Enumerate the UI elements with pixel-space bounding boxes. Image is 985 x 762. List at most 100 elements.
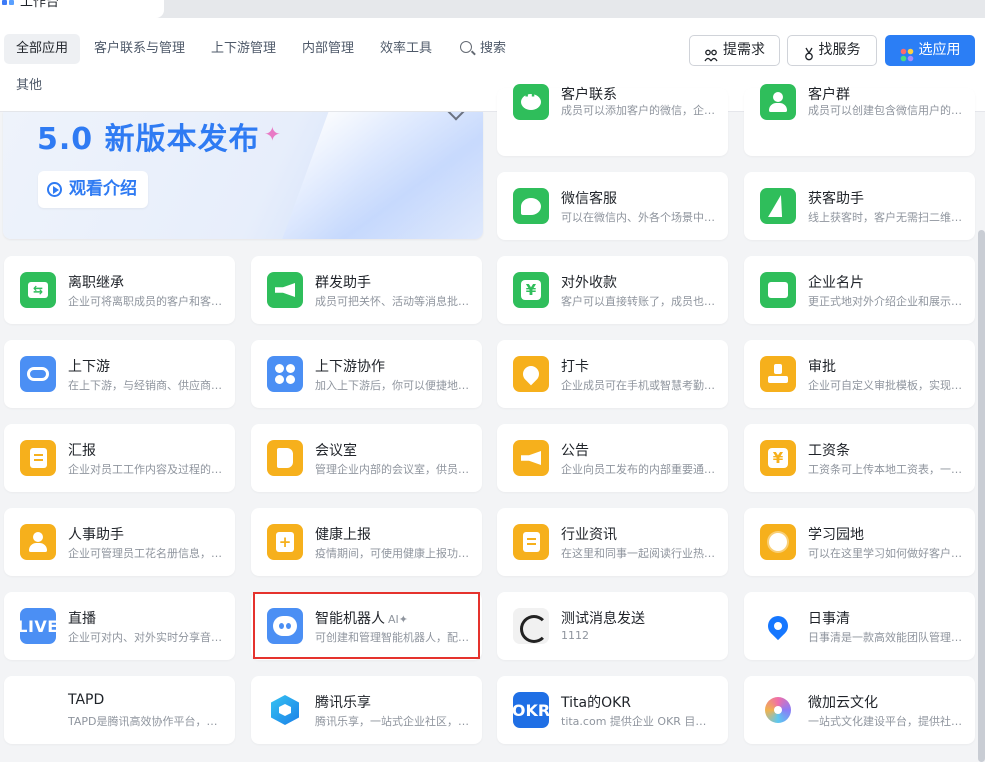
app-card-acquisition-assistant[interactable]: 获客助手 线上获客时，客户无需扫二维码即可: [744, 172, 975, 240]
window-tab-strip: 工作台: [0, 0, 985, 18]
app-card-mass-message[interactable]: 群发助手 成员可把关怀、活动等消息批量发...: [251, 256, 482, 324]
app-title: 人事助手: [68, 527, 124, 543]
hexagon-logo-icon: [267, 692, 303, 728]
app-title: 直播: [68, 611, 96, 627]
app-card-updown-collaboration[interactable]: 上下游协作 加入上下游后，你可以便捷地与上...: [251, 340, 482, 408]
ai-tag: AI✦: [388, 613, 408, 626]
transfer-icon: ⇆: [20, 272, 56, 308]
app-card-customer-contact[interactable]: 客户联系 成员可以添加客户的微信，企业可...: [497, 84, 728, 156]
chat-icon: [513, 84, 549, 120]
app-desc: 在这里和同事一起阅读行业热点资讯: [561, 547, 717, 560]
announce-icon: [513, 440, 549, 476]
scrollbar-thumb[interactable]: [978, 230, 985, 762]
release-banner[interactable]: 5.0 新版本发布 ✦ 观看介绍: [3, 112, 483, 239]
app-title: 学习园地: [808, 527, 864, 543]
tab-efficiency-tools[interactable]: 效率工具: [368, 34, 444, 64]
person-icon: [20, 524, 56, 560]
tab-upstream-downstream[interactable]: 上下游管理: [199, 34, 288, 64]
app-grid-icon: [2, 0, 16, 6]
health-icon: +: [267, 524, 303, 560]
app-desc: 成员可以创建包含微信用户的客户群: [808, 104, 964, 117]
app-desc: 企业可对内、对外实时分享音视频...: [68, 631, 224, 644]
app-desc: 成员可把关怀、活动等消息批量发...: [315, 295, 471, 308]
medal-icon: [804, 43, 814, 61]
app-desc: 可以在微信内、外各个场景中接入...: [561, 211, 717, 224]
app-title: Tita的OKR: [561, 695, 632, 711]
workbench-tab[interactable]: 工作台: [0, 0, 164, 18]
app-desc: 企业向员工发布的内部重要通知，...: [561, 463, 717, 476]
search-button[interactable]: 搜索: [450, 34, 506, 64]
app-card-tita-okr[interactable]: OKR Tita的OKR tita.com 提供企业 OKR 目标管理...: [497, 676, 728, 744]
app-card-upstream-downstream[interactable]: 上下游 在上下游，与经销商、供应商等伙...: [4, 340, 235, 408]
app-card-report[interactable]: 汇报 企业对员工工作内容及过程的记录...: [4, 424, 235, 492]
app-card-live[interactable]: LIVE 直播 企业可对内、对外实时分享音视频...: [4, 592, 235, 660]
app-card-approval[interactable]: 审批 企业可自定义审批模板，实现高效...: [744, 340, 975, 408]
stamp-icon: [760, 356, 796, 392]
app-card-health-report[interactable]: + 健康上报 疫情期间，可使用健康上报功能，...: [251, 508, 482, 576]
live-icon: LIVE: [20, 608, 56, 644]
app-title: 上下游协作: [315, 359, 385, 375]
okr-logo-icon: OKR: [513, 692, 549, 728]
app-desc: 一站式文化建设平台，提供社区、...: [808, 715, 964, 728]
app-desc: 企业成员可在手机或智慧考勤机上...: [561, 379, 717, 392]
app-title: 审批: [808, 359, 836, 375]
tab-customer-management[interactable]: 客户联系与管理: [82, 34, 197, 64]
tab-all-apps[interactable]: 全部应用: [4, 34, 81, 64]
app-desc: 企业对员工工作内容及过程的记录...: [68, 463, 224, 476]
find-service-button[interactable]: 找服务: [787, 35, 877, 66]
report-icon: [20, 440, 56, 476]
app-card-announcement[interactable]: 公告 企业向员工发布的内部重要通知，...: [497, 424, 728, 492]
app-card-wechat-service[interactable]: 微信客服 可以在微信内、外各个场景中接入...: [497, 172, 728, 240]
app-card-test-message[interactable]: 测试消息发送 1112: [497, 592, 728, 660]
app-card-weijia-culture[interactable]: 微加云文化 一站式文化建设平台，提供社区、...: [744, 676, 975, 744]
app-card-external-payment[interactable]: ¥ 对外收款 客户可以直接转账了，成员也可以...: [497, 256, 728, 324]
app-desc: 企业可管理员工花名册信息，及入...: [68, 547, 224, 560]
submit-request-label: 提需求: [723, 42, 765, 58]
app-card-meeting-room[interactable]: 会议室 管理企业内部的会议室，供员工预...: [251, 424, 482, 492]
app-title: 离职继承: [68, 275, 124, 291]
colorful-grid-icon: [900, 43, 914, 62]
app-card-hr-assistant[interactable]: 人事助手 企业可管理员工花名册信息，及入...: [4, 508, 235, 576]
app-card-lexiang[interactable]: 腾讯乐享 腾讯乐享，一站式企业社区，为企...: [251, 676, 482, 744]
app-desc: 日事清是一款高效能团队管理协作...: [808, 631, 964, 644]
play-icon: [47, 182, 62, 197]
submit-request-button[interactable]: 提需求: [689, 35, 780, 66]
app-title: 群发助手: [315, 275, 371, 291]
tab-internal-management[interactable]: 内部管理: [290, 34, 366, 64]
app-title: 微信客服: [561, 191, 617, 207]
app-title: 获客助手: [808, 191, 864, 207]
banner-decoration: [273, 112, 483, 239]
tab-other[interactable]: 其他: [4, 71, 54, 101]
app-card-check-in[interactable]: 打卡 企业成员可在手机或智慧考勤机上...: [497, 340, 728, 408]
app-title: 公告: [561, 443, 589, 459]
app-title: 微加云文化: [808, 695, 878, 711]
app-card-customer-group[interactable]: 客户群 成员可以创建包含微信用户的客户群: [744, 84, 975, 156]
app-desc: 疫情期间，可使用健康上报功能，...: [315, 547, 471, 560]
search-label: 搜索: [480, 41, 507, 56]
app-card-learning[interactable]: 学习园地 可以在这里学习如何做好客户服务...: [744, 508, 975, 576]
app-card-rishiqing[interactable]: 日事清 日事清是一款高效能团队管理协作...: [744, 592, 975, 660]
app-desc: 工资条可上传本地工资表，一键发...: [808, 463, 964, 476]
location-icon: [513, 356, 549, 392]
app-desc: TAPD是腾讯高效协作平台，助力...: [68, 715, 224, 728]
app-card-tapd[interactable]: tapd TAPD TAPD是腾讯高效协作平台，助力...: [4, 676, 235, 744]
payslip-icon: ¥: [760, 440, 796, 476]
megaphone-icon: [267, 272, 303, 308]
tapd-logo-icon: tapd: [20, 692, 56, 728]
news-icon: [513, 524, 549, 560]
app-desc: 管理企业内部的会议室，供员工预...: [315, 463, 471, 476]
search-icon: [460, 41, 472, 53]
app-card-payslip[interactable]: ¥ 工资条 工资条可上传本地工资表，一键发...: [744, 424, 975, 492]
banner-title: 5.0 新版本发布: [37, 122, 260, 157]
app-card-business-card[interactable]: 企业名片 更正式地对外介绍企业和展示成员...: [744, 256, 975, 324]
sparkle-icon: ✦: [264, 122, 281, 146]
planet-icon: [760, 524, 796, 560]
app-desc: 企业可自定义审批模板，实现高效...: [808, 379, 964, 392]
app-card-resignation-inherit[interactable]: ⇆ 离职继承 企业可将离职成员的客户和客户群...: [4, 256, 235, 324]
app-card-smart-robot[interactable]: 智能机器人AI✦ 可创建和管理智能机器人，配置在...: [251, 592, 482, 660]
grid-icon: [267, 356, 303, 392]
app-card-industry-news[interactable]: 行业资讯 在这里和同事一起阅读行业热点资讯: [497, 508, 728, 576]
app-desc: 企业可将离职成员的客户和客户群...: [68, 295, 224, 308]
choose-app-button[interactable]: 选应用: [885, 35, 975, 66]
watch-intro-button[interactable]: 观看介绍: [38, 171, 148, 208]
